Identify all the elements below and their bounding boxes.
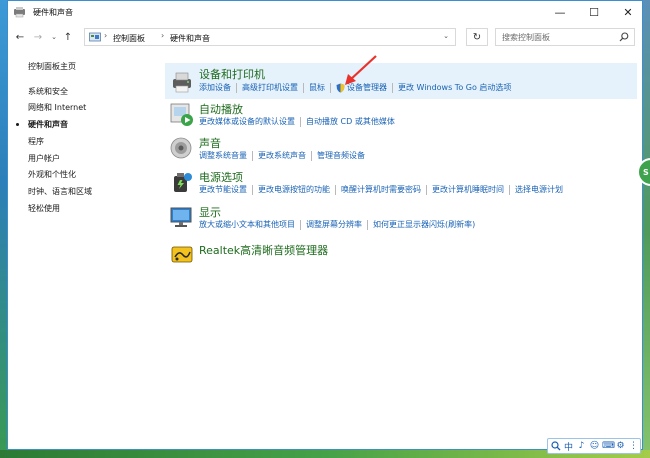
link-divider [303, 82, 304, 93]
link-add-device[interactable]: 添加设备 [199, 83, 231, 92]
category-links: 调整系统音量 更改系统声音 管理音频设备 [199, 150, 365, 161]
link-divider [300, 219, 301, 230]
recent-locations-chevron-icon[interactable]: ⌄ [48, 30, 60, 44]
music-note-icon[interactable]: ♪ [576, 441, 587, 451]
link-manage-audio-devices[interactable]: 管理音频设备 [317, 151, 365, 160]
breadcrumb-hardware-sound[interactable]: 硬件和声音 [170, 33, 210, 44]
sidebar-item-programs[interactable]: 程序 [28, 136, 44, 147]
link-advanced-printer[interactable]: 高级打印机设置 [242, 83, 298, 92]
printer-icon [173, 72, 191, 93]
breadcrumb-separator-icon: › [104, 31, 108, 40]
category-links: 更改节能设置 更改电源按钮的功能 唤醒计算机时需要密码 更改计算机睡眠时间 选择电源计划 [199, 184, 563, 195]
gear-icon[interactable]: ⚙ [615, 441, 626, 451]
link-divider [330, 82, 331, 93]
close-button[interactable]: ✕ [611, 1, 645, 23]
active-bullet-icon [16, 123, 19, 126]
emoji-icon[interactable]: ☺ [589, 441, 600, 451]
category-title[interactable]: 设备和打印机 [199, 66, 265, 82]
forward-arrow-icon[interactable]: → [32, 30, 44, 44]
window-title: 硬件和声音 [33, 8, 73, 17]
control-panel-window: 硬件和声音 — ☐ ✕ ← → ⌄ ↑ › 控制面板 › 硬件和声音 ⌄ ↻ 搜… [7, 0, 643, 450]
address-bar: ← → ⌄ ↑ › 控制面板 › 硬件和声音 ⌄ ↻ [8, 25, 642, 49]
link-divider [367, 219, 368, 230]
sidebar-item-ease-of-access[interactable]: 轻松使用 [28, 203, 60, 214]
power-icon [174, 173, 192, 192]
breadcrumb-separator-icon: › [161, 31, 165, 40]
category-title[interactable]: Realtek高清晰音频管理器 [199, 242, 328, 258]
back-arrow-icon[interactable]: ← [14, 30, 26, 44]
minimize-button[interactable]: — [543, 1, 577, 23]
system-tray: 中 ♪ ☺ ⌨ ⚙ ⋮ [547, 438, 641, 454]
hardware-sound-icon [14, 7, 25, 18]
control-panel-icon [89, 32, 101, 42]
link-windows-to-go[interactable]: 更改 Windows To Go 启动选项 [398, 83, 511, 92]
category-links: 更改媒体或设备的默认设置 自动播放 CD 或其他媒体 [199, 116, 395, 127]
category-title[interactable]: 自动播放 [199, 101, 243, 117]
breadcrumb-control-panel[interactable]: 控制面板 [113, 33, 145, 44]
breadcrumb[interactable]: › 控制面板 › 硬件和声音 ⌄ [84, 28, 456, 46]
link-divider [236, 82, 237, 93]
refresh-button[interactable]: ↻ [466, 28, 488, 46]
search-box[interactable] [495, 28, 635, 46]
sidebar-item-clock-region[interactable]: 时钟、语言和区域 [28, 186, 92, 197]
sidebar-item-network[interactable]: 网络和 Internet [28, 102, 86, 113]
category-links: 放大或缩小文本和其他项目 调整屏幕分辨率 如何更正显示器闪烁(刷新率) [199, 219, 475, 230]
search-input[interactable] [496, 29, 616, 45]
link-change-power-saving[interactable]: 更改节能设置 [199, 185, 247, 194]
category-title[interactable]: 声音 [199, 135, 221, 151]
link-choose-power-plan[interactable]: 选择电源计划 [515, 185, 563, 194]
category-title[interactable]: 显示 [199, 204, 221, 220]
link-divider [426, 184, 427, 195]
link-require-password-wake[interactable]: 唤醒计算机时需要密码 [341, 185, 421, 194]
search-icon[interactable] [619, 32, 629, 42]
sidebar-item-hardware-sound[interactable]: 硬件和声音 [28, 119, 68, 130]
link-divider [335, 184, 336, 195]
address-dropdown-icon[interactable]: ⌄ [443, 32, 449, 40]
autoplay-icon [170, 103, 193, 126]
sidebar-item-user-accounts[interactable]: 用户帐户 [28, 153, 60, 164]
speaker-icon [170, 137, 192, 159]
link-text-size[interactable]: 放大或缩小文本和其他项目 [199, 220, 295, 229]
link-adjust-volume[interactable]: 调整系统音量 [199, 151, 247, 160]
link-change-sounds[interactable]: 更改系统声音 [258, 151, 306, 160]
sidebar-item-system-security[interactable]: 系统和安全 [28, 86, 68, 97]
link-divider [252, 184, 253, 195]
search-icon[interactable] [551, 441, 561, 451]
ime-chinese-icon[interactable]: 中 [563, 440, 574, 453]
link-change-media-defaults[interactable]: 更改媒体或设备的默认设置 [199, 117, 295, 126]
link-mouse[interactable]: 鼠标 [309, 83, 325, 92]
link-divider [252, 150, 253, 161]
sidebar-item-appearance[interactable]: 外观和个性化 [28, 169, 76, 180]
link-divider [311, 150, 312, 161]
desktop-left-edge [0, 0, 7, 458]
keyboard-icon[interactable]: ⌨ [602, 441, 615, 451]
up-arrow-icon[interactable]: ↑ [62, 30, 74, 44]
link-divider [300, 116, 301, 127]
sidebar-item-home[interactable]: 控制面板主页 [28, 61, 76, 72]
link-power-button-function[interactable]: 更改电源按钮的功能 [258, 185, 330, 194]
monitor-icon [170, 207, 192, 227]
title-bar[interactable]: 硬件和声音 — ☐ ✕ [8, 1, 642, 23]
link-divider [392, 82, 393, 93]
category-title[interactable]: 电源选项 [199, 169, 243, 185]
maximize-button[interactable]: ☐ [577, 1, 611, 23]
category-list: 设备和打印机 添加设备 高级打印机设置 鼠标 设备管理器 更改 Windows To G… [163, 61, 645, 441]
link-monitor-flicker[interactable]: 如何更正显示器闪烁(刷新率) [373, 220, 475, 229]
link-divider [509, 184, 510, 195]
link-change-sleep-time[interactable]: 更改计算机睡眠时间 [432, 185, 504, 194]
realtek-icon [171, 246, 193, 263]
link-screen-resolution[interactable]: 调整屏幕分辨率 [306, 220, 362, 229]
more-icon[interactable]: ⋮ [628, 441, 639, 451]
link-autoplay-cd[interactable]: 自动播放 CD 或其他媒体 [306, 117, 395, 126]
red-pointer-arrow-icon [345, 55, 377, 85]
